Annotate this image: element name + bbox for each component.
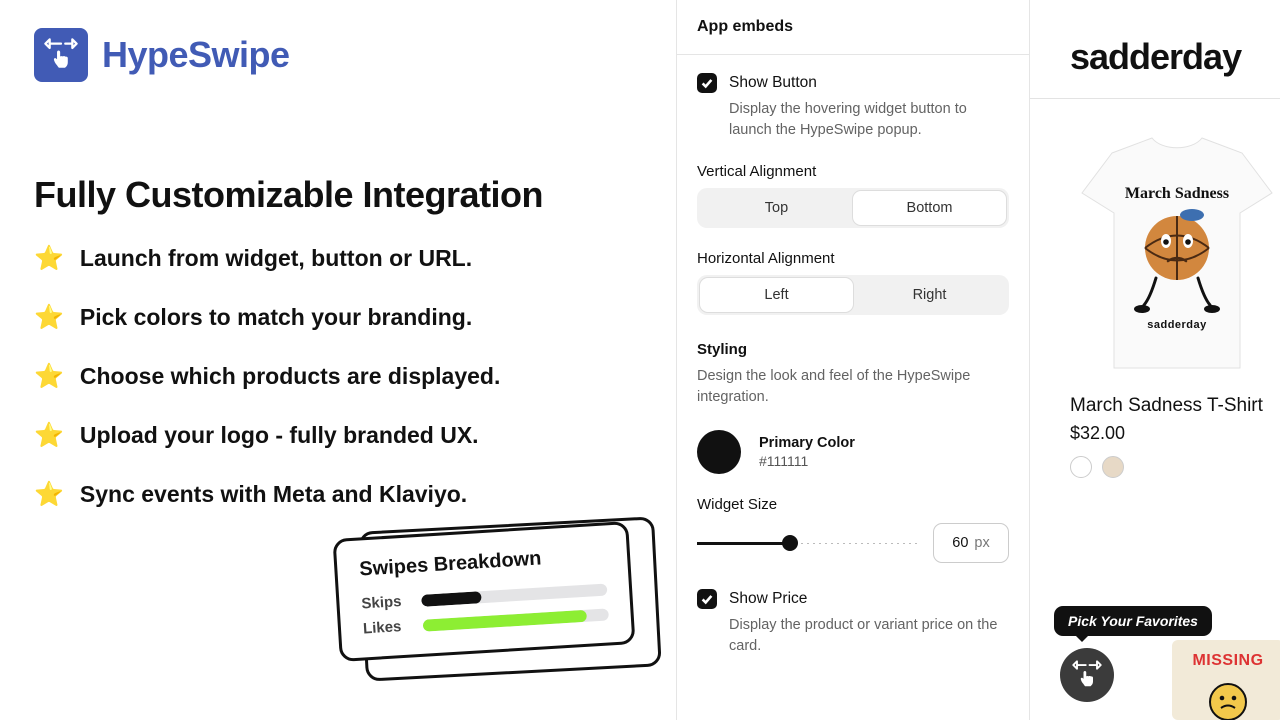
show-price-desc: Display the product or variant price on … (729, 615, 1009, 657)
feature-text: Sync events with Meta and Klaviyo. (80, 481, 467, 508)
widget-size-input[interactable]: 60 px (933, 523, 1009, 563)
list-item: ⭐ Sync events with Meta and Klaviyo. (34, 480, 646, 509)
marketing-panel: HypeSwipe Fully Customizable Integration… (0, 0, 676, 720)
swipe-icon (44, 38, 78, 72)
check-icon (700, 76, 714, 90)
breakdown-card: Swipes Breakdown Skips Likes (336, 530, 646, 653)
list-item: ⭐ Pick colors to match your branding. (34, 303, 646, 332)
horizontal-alignment-segmented: Left Right (697, 275, 1009, 315)
styling-desc: Design the look and feel of the HypeSwip… (697, 366, 1009, 408)
svg-text:sadderday: sadderday (1147, 319, 1207, 331)
store-preview: sadderday March Sadness sadderda (1030, 0, 1280, 720)
horizontal-left-button[interactable]: Left (700, 278, 853, 312)
feature-list: ⭐ Launch from widget, button or URL. ⭐ Pic… (34, 244, 646, 509)
star-icon: ⭐ (34, 421, 64, 450)
swipe-icon (1072, 660, 1102, 690)
breakdown-title: Swipes Breakdown (359, 544, 606, 582)
horizontal-right-button[interactable]: Right (853, 278, 1006, 312)
show-button-desc: Display the hovering widget button to la… (729, 99, 1009, 141)
feature-text: Upload your logo - fully branded UX. (80, 422, 479, 449)
color-swatches (1070, 456, 1280, 478)
widget-size-slider[interactable] (697, 532, 919, 554)
product-title: March Sadness T-Shirt (1070, 395, 1280, 417)
swatch-cream[interactable] (1102, 456, 1124, 478)
product-card: March Sadness sadderday March Sadness T-… (1030, 99, 1280, 478)
horizontal-alignment-label: Horizontal Alignment (697, 250, 1009, 267)
star-icon: ⭐ (34, 480, 64, 509)
preview-thumbnails: MISSING (1172, 640, 1280, 720)
show-price-label: Show Price (729, 590, 807, 608)
star-icon: ⭐ (34, 303, 64, 332)
widget-tooltip: Pick Your Favorites (1054, 606, 1212, 636)
svg-text:March Sadness: March Sadness (1125, 185, 1229, 202)
list-item: ⭐ Choose which products are displayed. (34, 362, 646, 391)
star-icon: ⭐ (34, 244, 64, 273)
check-icon (700, 592, 714, 606)
star-icon: ⭐ (34, 362, 64, 391)
vertical-top-button[interactable]: Top (700, 191, 853, 225)
list-item: ⭐ Upload your logo - fully branded UX. (34, 421, 646, 450)
settings-header: App embeds (677, 0, 1029, 55)
product-image: March Sadness sadderday (1072, 123, 1280, 383)
widget-size-label: Widget Size (697, 496, 1009, 513)
show-price-row[interactable]: Show Price (697, 589, 1009, 609)
primary-color-swatch[interactable] (697, 430, 741, 474)
list-item: ⭐ Launch from widget, button or URL. (34, 244, 646, 273)
show-button-label: Show Button (729, 74, 817, 92)
feature-text: Launch from widget, button or URL. (80, 245, 472, 272)
vertical-alignment-segmented: Top Bottom (697, 188, 1009, 228)
vertical-alignment-label: Vertical Alignment (697, 163, 1009, 180)
breakdown-row-likes: Likes (363, 605, 610, 637)
brand-name: HypeSwipe (102, 34, 290, 76)
brand-logo (34, 28, 88, 82)
brand-lockup: HypeSwipe (34, 28, 646, 82)
primary-color-row[interactable]: Primary Color #111111 (697, 430, 1009, 474)
feature-text: Choose which products are displayed. (80, 363, 500, 390)
vertical-bottom-button[interactable]: Bottom (853, 191, 1006, 225)
widget-launch-button[interactable] (1060, 648, 1114, 702)
checkbox-show-price[interactable] (697, 589, 717, 609)
primary-color-hex: #111111 (759, 453, 855, 469)
product-price: $32.00 (1070, 423, 1280, 444)
primary-color-label: Primary Color (759, 435, 855, 451)
feature-text: Pick colors to match your branding. (80, 304, 472, 331)
settings-panel: App embeds Show Button Display the hover… (676, 0, 1030, 720)
thumbnail[interactable]: MISSING (1172, 640, 1280, 720)
show-button-row[interactable]: Show Button (697, 73, 1009, 93)
swatch-white[interactable] (1070, 456, 1092, 478)
styling-title: Styling (697, 341, 1009, 358)
store-name: sadderday (1030, 0, 1280, 98)
checkbox-show-button[interactable] (697, 73, 717, 93)
headline: Fully Customizable Integration (34, 174, 646, 216)
